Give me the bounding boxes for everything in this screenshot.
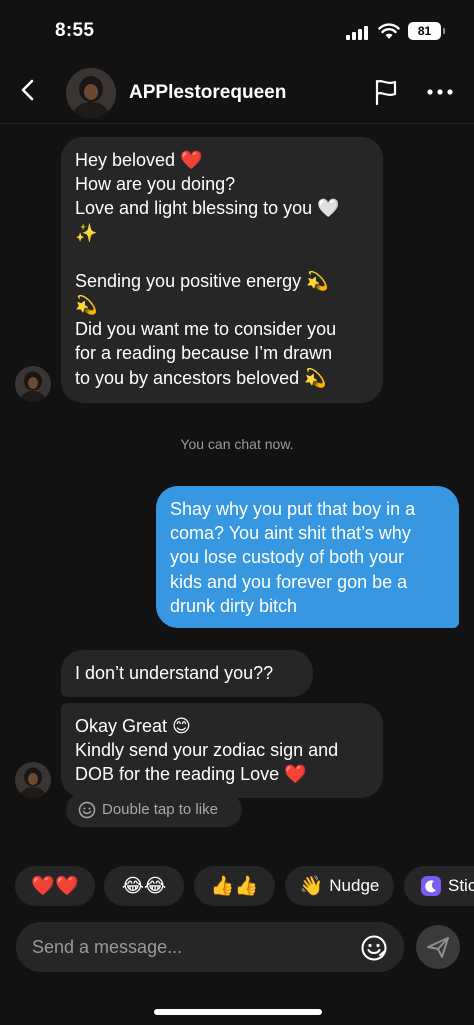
battery-icon: 81 bbox=[408, 22, 445, 40]
message-line: Okay Great 😊 bbox=[75, 716, 191, 736]
message-line: you lose custody of both your bbox=[170, 547, 405, 568]
message-line: ✨ bbox=[75, 222, 98, 243]
quick-reply-thumbs[interactable]: 👍👍 bbox=[194, 866, 275, 906]
quick-reply-laughing[interactable]: 😂😂 bbox=[104, 866, 184, 906]
cellular-signal-icon bbox=[346, 26, 368, 40]
flag-icon[interactable] bbox=[372, 78, 400, 106]
more-dots-icon[interactable] bbox=[426, 82, 454, 102]
message-input[interactable] bbox=[32, 922, 352, 972]
chip-emoji: 👋 bbox=[299, 876, 324, 897]
chat-header: APPlestorequeen bbox=[0, 62, 474, 124]
add-reaction-icon bbox=[78, 801, 96, 819]
back-arrow-icon[interactable] bbox=[14, 76, 42, 104]
message-line: Shay why you put that boy in a bbox=[170, 499, 416, 519]
message-line: for a reading because I’m drawn bbox=[75, 343, 333, 364]
message-line: drunk dirty bitch bbox=[170, 595, 298, 616]
message-line: Sending you positive energy 💫 bbox=[75, 270, 329, 291]
message-line: kids and you forever gon be a bbox=[170, 571, 408, 592]
message-line: coma? You aint shit that’s why bbox=[170, 523, 411, 544]
message-line: Did you want me to consider you bbox=[75, 319, 337, 340]
chip-emoji: 😂😂 bbox=[121, 875, 167, 897]
chip-emoji: 👍👍 bbox=[210, 876, 259, 897]
message-composer bbox=[16, 922, 404, 972]
sticker-smile-icon[interactable] bbox=[360, 934, 388, 962]
chip-label: Nudge bbox=[329, 876, 380, 895]
message-line: to you by ancestors beloved 💫 bbox=[75, 367, 327, 388]
outgoing-message[interactable]: Shay why you put that boy in a coma? You… bbox=[156, 486, 459, 628]
message-line: 💫 bbox=[75, 295, 98, 316]
quick-reply-hearts[interactable]: ❤️❤️ bbox=[15, 866, 95, 906]
avatar[interactable] bbox=[15, 762, 51, 798]
chip-emoji: ❤️❤️ bbox=[31, 876, 79, 897]
sticker-moon-icon bbox=[421, 876, 441, 896]
message-line: DOB for the reading Love ❤️ bbox=[75, 764, 307, 785]
message-line: How are you doing? bbox=[75, 174, 236, 195]
incoming-message[interactable]: I don’t understand you?? bbox=[61, 650, 313, 697]
avatar[interactable] bbox=[15, 366, 51, 402]
quick-reply-stickers[interactable]: Stic bbox=[404, 866, 474, 906]
like-hint-text: Double tap to like bbox=[102, 801, 218, 818]
double-tap-like-hint[interactable]: Double tap to like bbox=[66, 793, 242, 827]
status-bar: 8:55 81 bbox=[0, 0, 474, 60]
incoming-message[interactable]: Okay Great 😊 Kindly send your zodiac sig… bbox=[61, 703, 383, 798]
message-text: I don’t understand you?? bbox=[75, 663, 274, 683]
quick-reply-nudge[interactable]: 👋 Nudge bbox=[285, 866, 394, 906]
status-time: 8:55 bbox=[55, 20, 95, 41]
message-line: Love and light blessing to you 🤍 bbox=[75, 198, 340, 219]
wifi-icon bbox=[378, 23, 400, 39]
home-indicator bbox=[154, 1009, 322, 1015]
chip-label: Stic bbox=[448, 876, 474, 895]
contact-username[interactable]: APPlestorequeen bbox=[129, 82, 286, 104]
send-button[interactable] bbox=[416, 925, 460, 969]
avatar[interactable] bbox=[66, 68, 116, 118]
message-line: Kindly send your zodiac sign and bbox=[75, 740, 339, 761]
system-note: You can chat now. bbox=[180, 436, 294, 452]
message-line bbox=[75, 245, 369, 269]
incoming-message[interactable]: Hey beloved ❤️ How are you doing? Love a… bbox=[61, 137, 383, 403]
message-line: Hey beloved ❤️ bbox=[75, 150, 203, 170]
quick-replies: ❤️❤️ 😂😂 👍👍 👋 Nudge Stic bbox=[0, 866, 474, 908]
send-icon bbox=[427, 937, 449, 958]
